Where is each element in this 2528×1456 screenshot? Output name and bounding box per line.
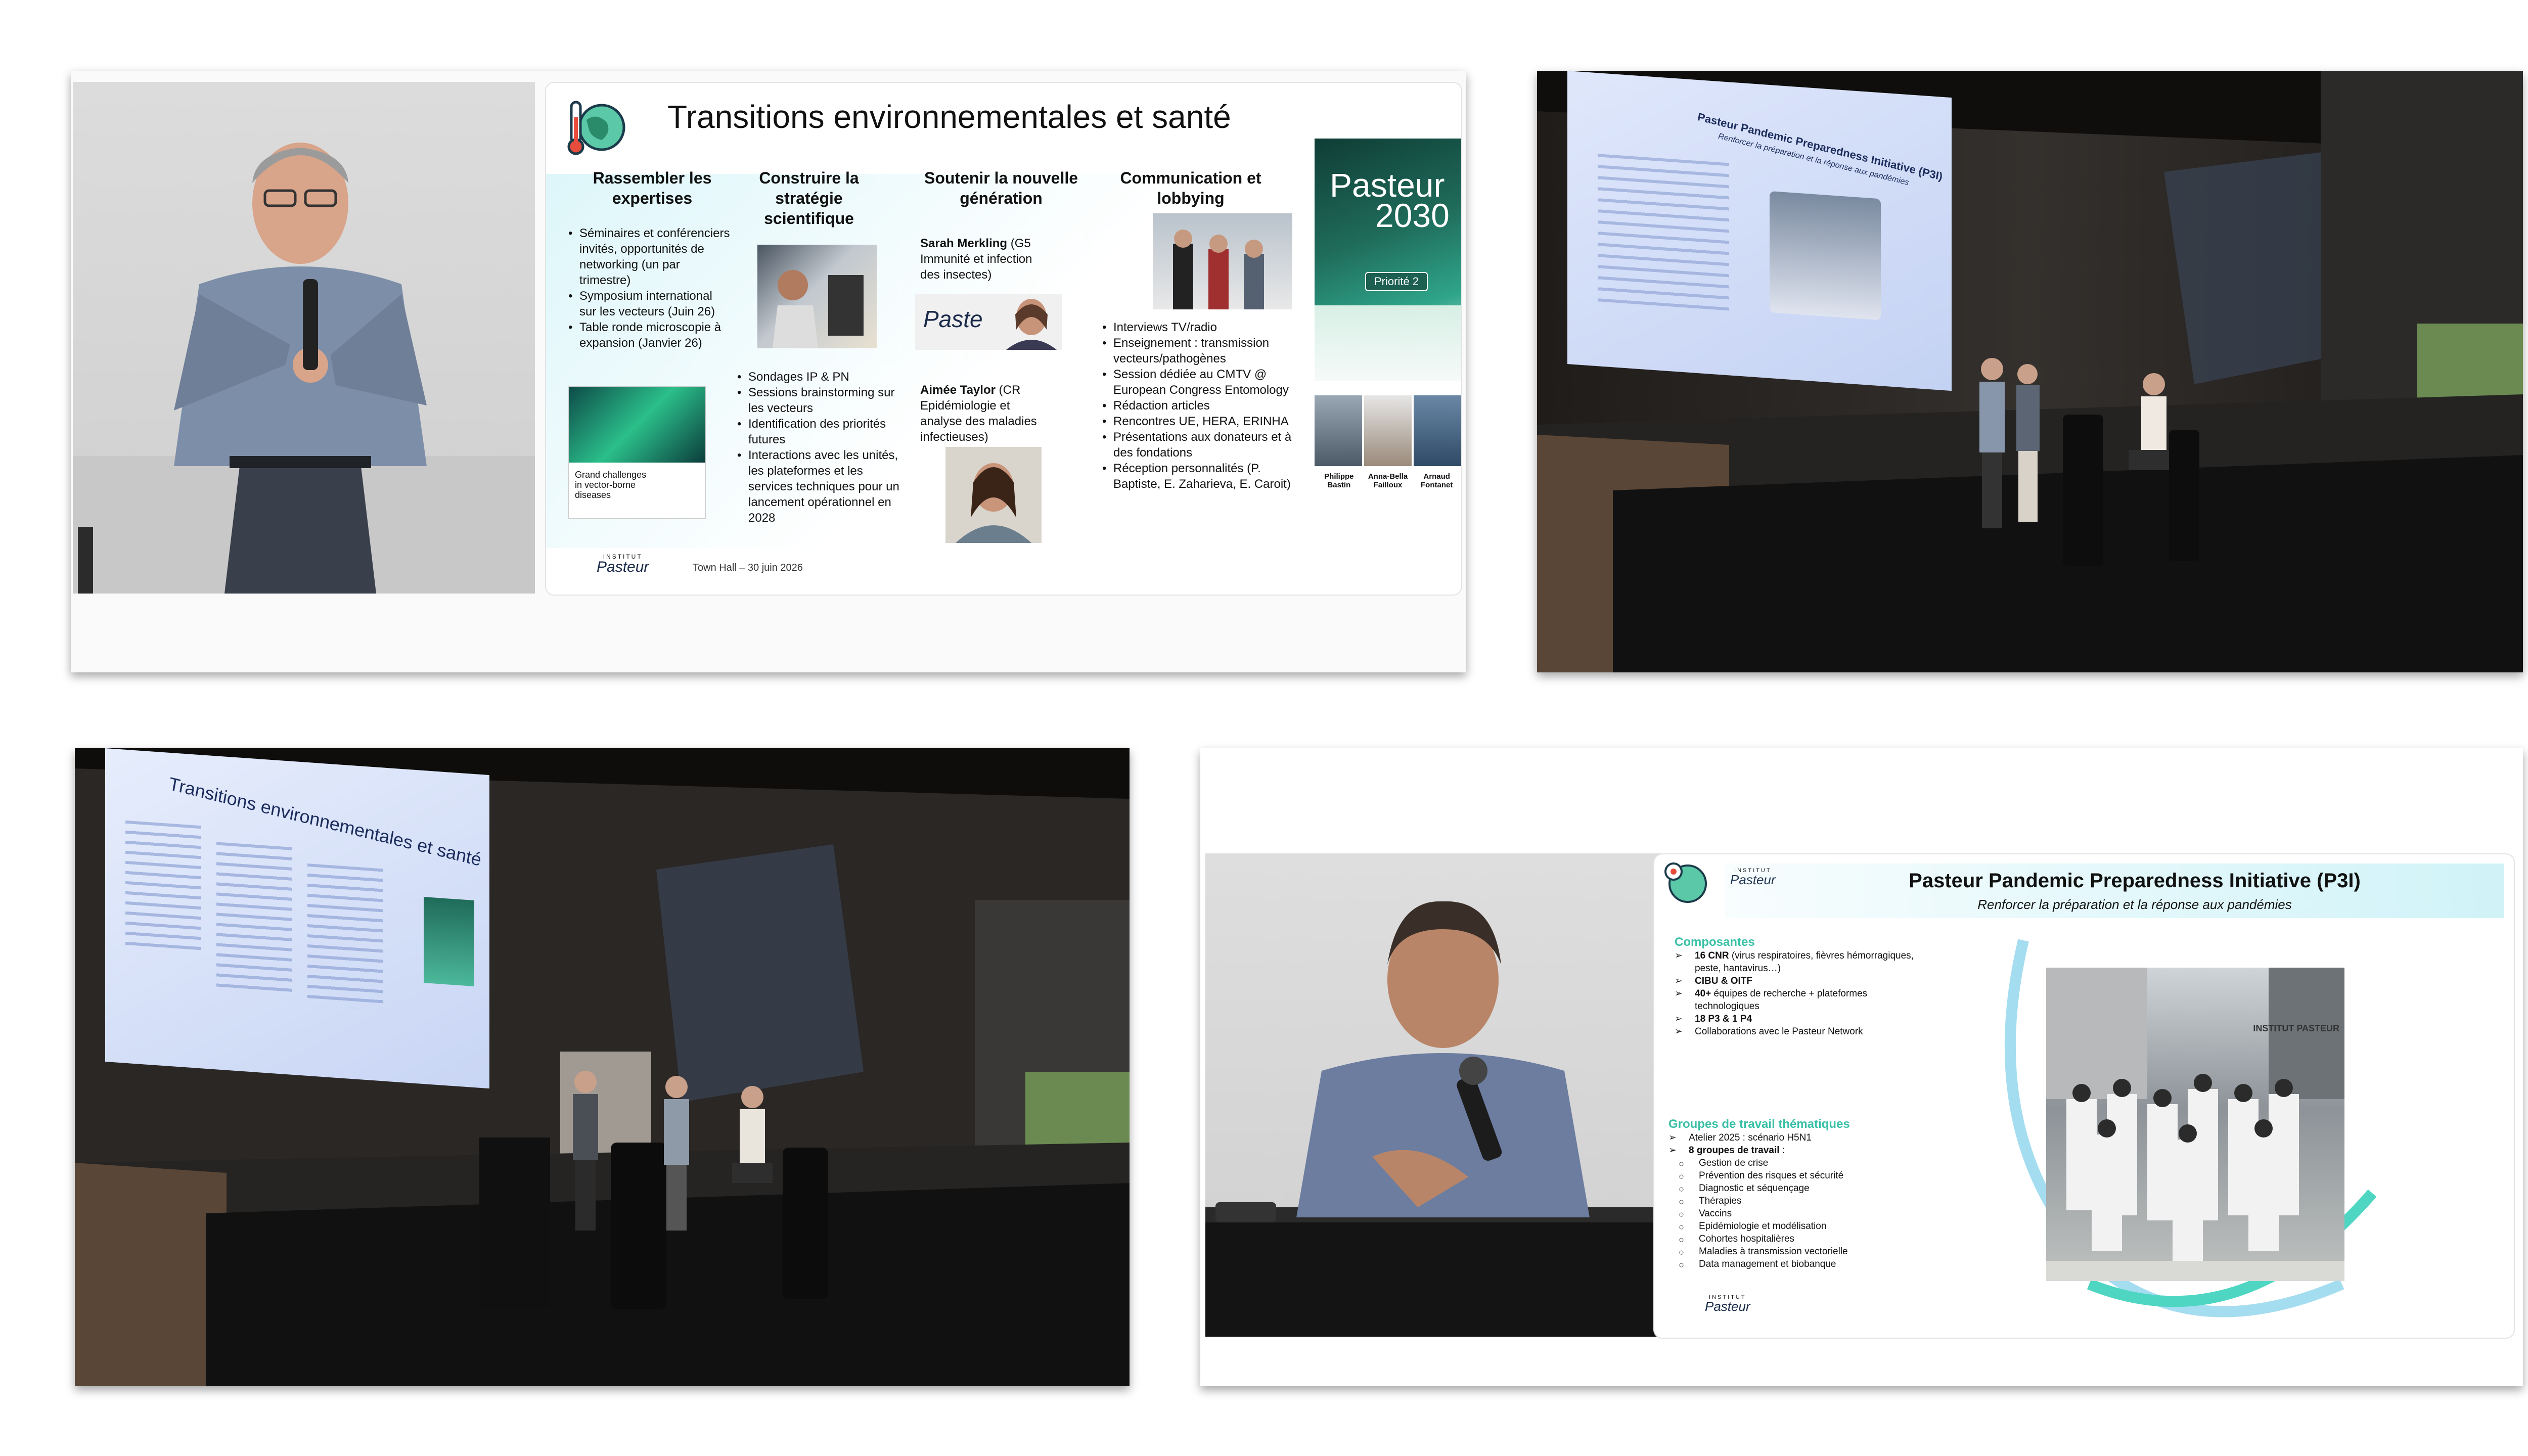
panel-b-stage-photo: Pasteur Pandemic Preparedness Initiative… [1537,71,2523,672]
pasteur-2030-cover: Pasteur 2030 Priorité 2 [1315,139,1461,381]
col3-header: Soutenir la nouvelle génération [924,169,1078,207]
col1-header: Rassembler les expertises [593,169,712,207]
person2-photo [945,447,1042,543]
slide-subtitle: Renforcer la préparation et la réponse a… [1977,897,2292,912]
list-item: Session dédiée au CMTV @ European Congre… [1102,367,1304,398]
screen-title: Transitions environnementales et santé [167,773,483,871]
list-item: 16 CNR (virus respiratoires, fièvres hém… [1675,949,1917,975]
col4-header: Communication et lobbying [1120,169,1261,207]
people-names: Philippe Bastin Anna-Bella Failloux Arna… [1315,472,1461,489]
list-item: CIBU & OITF [1675,975,1917,987]
projection-screen: Pasteur Pandemic Preparedness Initiative… [1567,71,1952,391]
cover-title-2: 2030 [1375,197,1450,234]
col2-header: Construire la stratégie scientifique [759,169,859,228]
list-item: Cohortes hospitalières [1668,1233,1931,1246]
logo-main-text: Pasteur [1705,1299,1750,1314]
person1-name: Sarah Merkling [920,237,1008,250]
list-item: Gestion de crise [1668,1157,1931,1170]
list-item: Interactions avec les unités, les platef… [737,447,904,526]
list-item: Table ronde microscopie à expansion (Jan… [568,320,730,351]
list-item: Prévention des risques et sécurité [1668,1169,1931,1183]
section-composantes-title: Composantes [1675,935,1755,949]
list-item: Interviews TV/radio [1102,320,1304,335]
book-cover: Grand challenges in vector-borne disease… [568,386,706,519]
list-item: Présentations aux donateurs et à des fon… [1102,429,1304,461]
list-item: Collaborations avec le Pasteur Network [1675,1025,1917,1038]
book-label: Grand challenges in vector-borne disease… [575,470,647,500]
slide-footer: Town Hall – 30 juin 2026 [693,562,803,573]
list-item: Identification des priorités futures [737,416,904,447]
logo-main-text: Pasteur [597,559,649,575]
list-item: Maladies à transmission vectorielle [1668,1245,1931,1259]
list-item: Symposium international sur les vecteurs… [568,288,730,320]
speakers-group [479,1071,828,1309]
pasteur-banner-logo: Paste [923,306,983,332]
slide-title: Transitions environnementales et santé [667,99,1231,135]
section-composantes-list: 16 CNR (virus respiratoires, fièvres hém… [1675,949,1917,1038]
person-name: Philippe Bastin [1324,472,1354,489]
panel-c-stage-photo: Transitions environnementales et santé [75,748,1130,1386]
list-item: Rédaction articles [1102,398,1304,414]
list-item: Diagnostic et séquençage [1668,1182,1931,1196]
list-item: Thérapies [1668,1195,1931,1208]
cover-badge: Priorité 2 [1365,272,1428,291]
speaker-video [1205,853,1685,1337]
slide-p3i: INSTITUT Pasteur Pasteur Pandemic Prepar… [1653,853,2515,1339]
list-item: Sessions brainstorming sur les vecteurs [737,385,904,416]
person-name: Anna-Bella Failloux [1368,472,1408,489]
list-item: 40+ équipes de recherche + plateformes t… [1675,987,1917,1013]
person1-photo: Paste [915,294,1062,350]
building-sign: INSTITUT PASTEUR [2253,1023,2339,1033]
col4-bullets: Interviews TV/radio Enseignement : trans… [1102,320,1304,492]
col2-bullets: Sondages IP & PN Sessions brainstorming … [737,369,904,526]
speakers-group [1979,358,2199,566]
screen-title: Pasteur Pandemic Preparedness Initiative… [1696,110,1944,183]
lab-photo [757,245,877,348]
person-name: Arnaud Fontanet [1421,472,1453,489]
list-item: Sondages IP & PN [737,369,904,385]
person2-name: Aimée Taylor [920,383,996,397]
list-item: Atelier 2025 : scénario H5N1 [1668,1131,1931,1144]
person2-block: Aimée Taylor (CR Epidémiologie et analys… [920,382,1052,445]
list-item: 8 groupes de travail : [1668,1144,1931,1157]
institut-pasteur-logo: INSTITUT Pasteur [597,553,649,575]
delegation-photo [1153,213,1292,309]
section-groupes-title: Groupes de travail thématiques [1668,1117,1850,1131]
list-item: Réception personnalités (P. Baptiste, E.… [1102,461,1304,492]
slide-title: Pasteur Pandemic Preparedness Initiative… [1909,870,2361,892]
list-item: Rencontres UE, HERA, ERINHA [1102,414,1304,429]
speaker-video [73,82,535,594]
projection-screen: Transitions environnementales et santé [105,748,489,1089]
speaker-silhouette [73,143,535,594]
globe-thermometer-icon [567,101,625,155]
col1-bullets: Séminaires et conférenciers invités, opp… [568,225,730,351]
people-photos [1315,395,1461,466]
panel-a: Transitions environnementales et santé R… [71,71,1466,672]
panel-d: INSTITUT Pasteur Pasteur Pandemic Prepar… [1200,748,2523,1386]
list-item: 18 P3 & 1 P4 [1675,1013,1917,1025]
section-groupes-list: Atelier 2025 : scénario H5N1 8 groupes d… [1668,1131,1931,1271]
speaker-silhouette [1205,901,1685,1337]
staff-group-photo: INSTITUT PASTEUR [2046,968,2344,1281]
globe-virus-icon [1664,862,1707,903]
list-item: Vaccins [1668,1207,1931,1221]
list-item: Enseignement : transmission vecteurs/pat… [1102,335,1304,367]
person1-block: Sarah Merkling (G5 Immunité et infection… [920,236,1052,283]
slide-environment: Transitions environnementales et santé R… [545,82,1462,596]
list-item: Séminaires et conférenciers invités, opp… [568,225,730,288]
institut-pasteur-logo-bottom: INSTITUT Pasteur [1705,1294,1750,1314]
list-item: Epidémiologie et modélisation [1668,1220,1931,1234]
list-item: Data management et biobanque [1668,1258,1931,1271]
